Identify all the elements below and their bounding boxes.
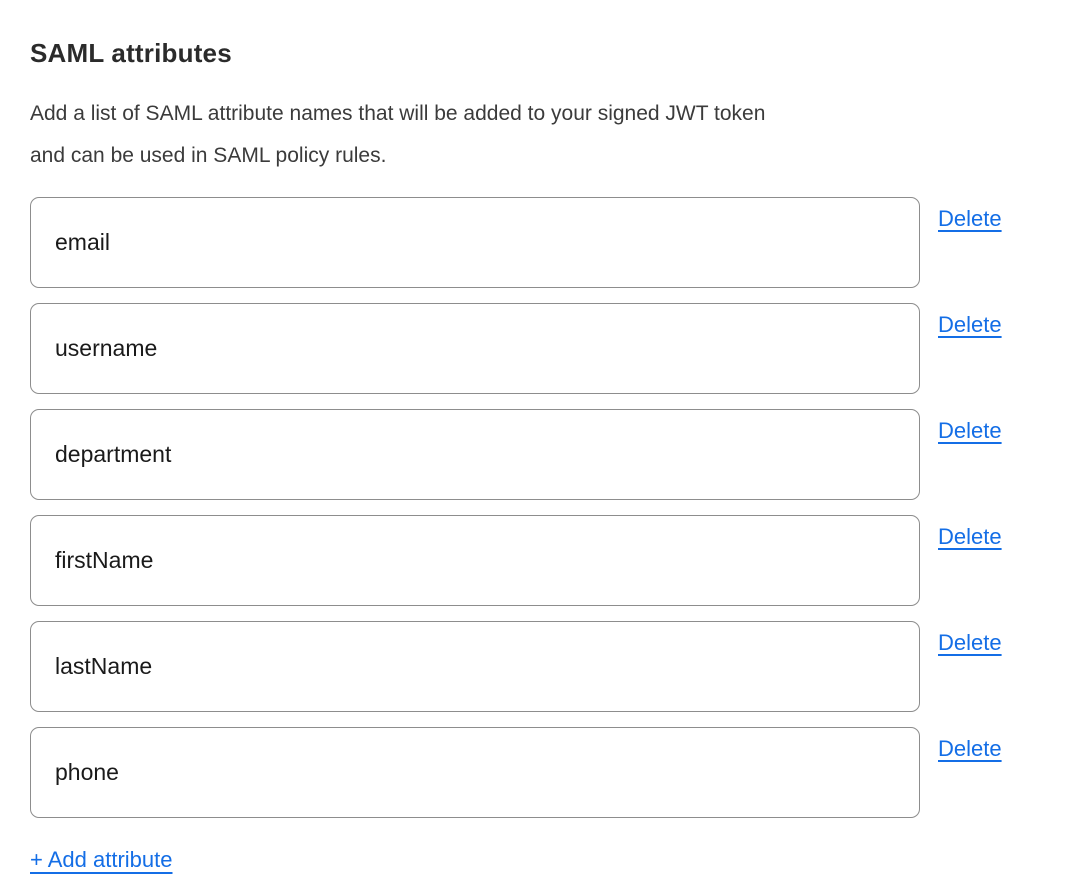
delete-attribute-link[interactable]: Delete [938,206,1002,232]
delete-attribute-link[interactable]: Delete [938,312,1002,338]
delete-attribute-link[interactable]: Delete [938,524,1002,550]
attribute-input-phone[interactable] [30,727,920,818]
section-description-line2: and can be used in SAML policy rules. [30,135,1036,177]
attribute-row: Delete [30,727,1036,818]
attribute-input-lastname[interactable] [30,621,920,712]
attribute-row: Delete [30,621,1036,712]
section-title: SAML attributes [30,38,1036,69]
add-attribute-link[interactable]: + Add attribute [30,847,173,873]
section-description-line1: Add a list of SAML attribute names that … [30,93,1036,135]
saml-attributes-section: SAML attributes Add a list of SAML attri… [0,0,1066,886]
delete-attribute-link[interactable]: Delete [938,630,1002,656]
attribute-input-username[interactable] [30,303,920,394]
delete-attribute-link[interactable]: Delete [938,736,1002,762]
attribute-input-firstname[interactable] [30,515,920,606]
attribute-row: Delete [30,515,1036,606]
attribute-row: Delete [30,303,1036,394]
attribute-input-department[interactable] [30,409,920,500]
section-description: Add a list of SAML attribute names that … [30,93,1036,177]
delete-attribute-link[interactable]: Delete [938,418,1002,444]
attribute-input-email[interactable] [30,197,920,288]
attribute-row: Delete [30,409,1036,500]
attribute-row: Delete [30,197,1036,288]
